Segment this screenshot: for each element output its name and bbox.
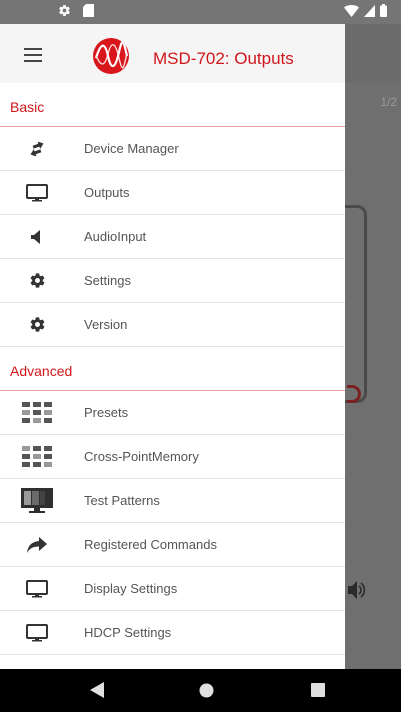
- app-title: MSD-702: Outputs: [153, 49, 294, 68]
- menu-item-cross-point-memory[interactable]: Cross-PointMemory: [0, 435, 345, 479]
- menu-item-outputs[interactable]: Outputs: [0, 171, 345, 215]
- section-header-advanced: Advanced: [0, 347, 345, 391]
- menu-item-hdcp-settings[interactable]: HDCP Settings: [0, 611, 345, 655]
- grid-icon: [14, 435, 60, 479]
- wifi-icon: [344, 4, 359, 17]
- monitor-icon: [14, 611, 60, 655]
- menu-item-version[interactable]: Version: [0, 303, 345, 347]
- menu-item-device-manager[interactable]: Device Manager: [0, 127, 345, 171]
- page-indicator: 1/2: [380, 95, 397, 109]
- swap-arrows-icon: [14, 127, 60, 171]
- test-pattern-icon: [14, 479, 60, 523]
- grid-icon: [14, 391, 60, 435]
- settings-icon: [59, 5, 70, 16]
- forward-arrow-icon: [14, 523, 60, 567]
- app-logo: [93, 38, 129, 74]
- signal-icon: [364, 4, 375, 17]
- monitor-icon: [14, 567, 60, 611]
- home-button[interactable]: [199, 683, 214, 698]
- monitor-icon: [14, 171, 60, 215]
- status-bar: [0, 0, 401, 24]
- menu-icon[interactable]: [24, 48, 42, 62]
- speaker-icon: [14, 215, 60, 259]
- gear-icon: [14, 303, 60, 347]
- app-bar: MSD-702: Outputs: [0, 24, 345, 83]
- back-button[interactable]: [90, 682, 104, 698]
- navigation-drawer: MSD-702: Outputs Basic Device Manager Ou…: [0, 24, 345, 669]
- menu-item-audio-input[interactable]: AudioInput: [0, 215, 345, 259]
- menu-item-test-patterns[interactable]: Test Patterns: [0, 479, 345, 523]
- recents-button[interactable]: [311, 683, 325, 697]
- background-card: [345, 205, 367, 403]
- menu-item-settings[interactable]: Settings: [0, 259, 345, 303]
- menu-item-presets[interactable]: Presets: [0, 391, 345, 435]
- speaker-icon: [348, 581, 366, 599]
- system-nav-bar: [0, 669, 401, 712]
- menu-item-registered-commands[interactable]: Registered Commands: [0, 523, 345, 567]
- battery-icon: [380, 4, 387, 17]
- sd-card-icon: [83, 4, 94, 17]
- gear-icon: [14, 259, 60, 303]
- menu-item-display-settings[interactable]: Display Settings: [0, 567, 345, 611]
- section-header-basic: Basic: [0, 83, 345, 127]
- background-app[interactable]: 1/2: [345, 83, 401, 669]
